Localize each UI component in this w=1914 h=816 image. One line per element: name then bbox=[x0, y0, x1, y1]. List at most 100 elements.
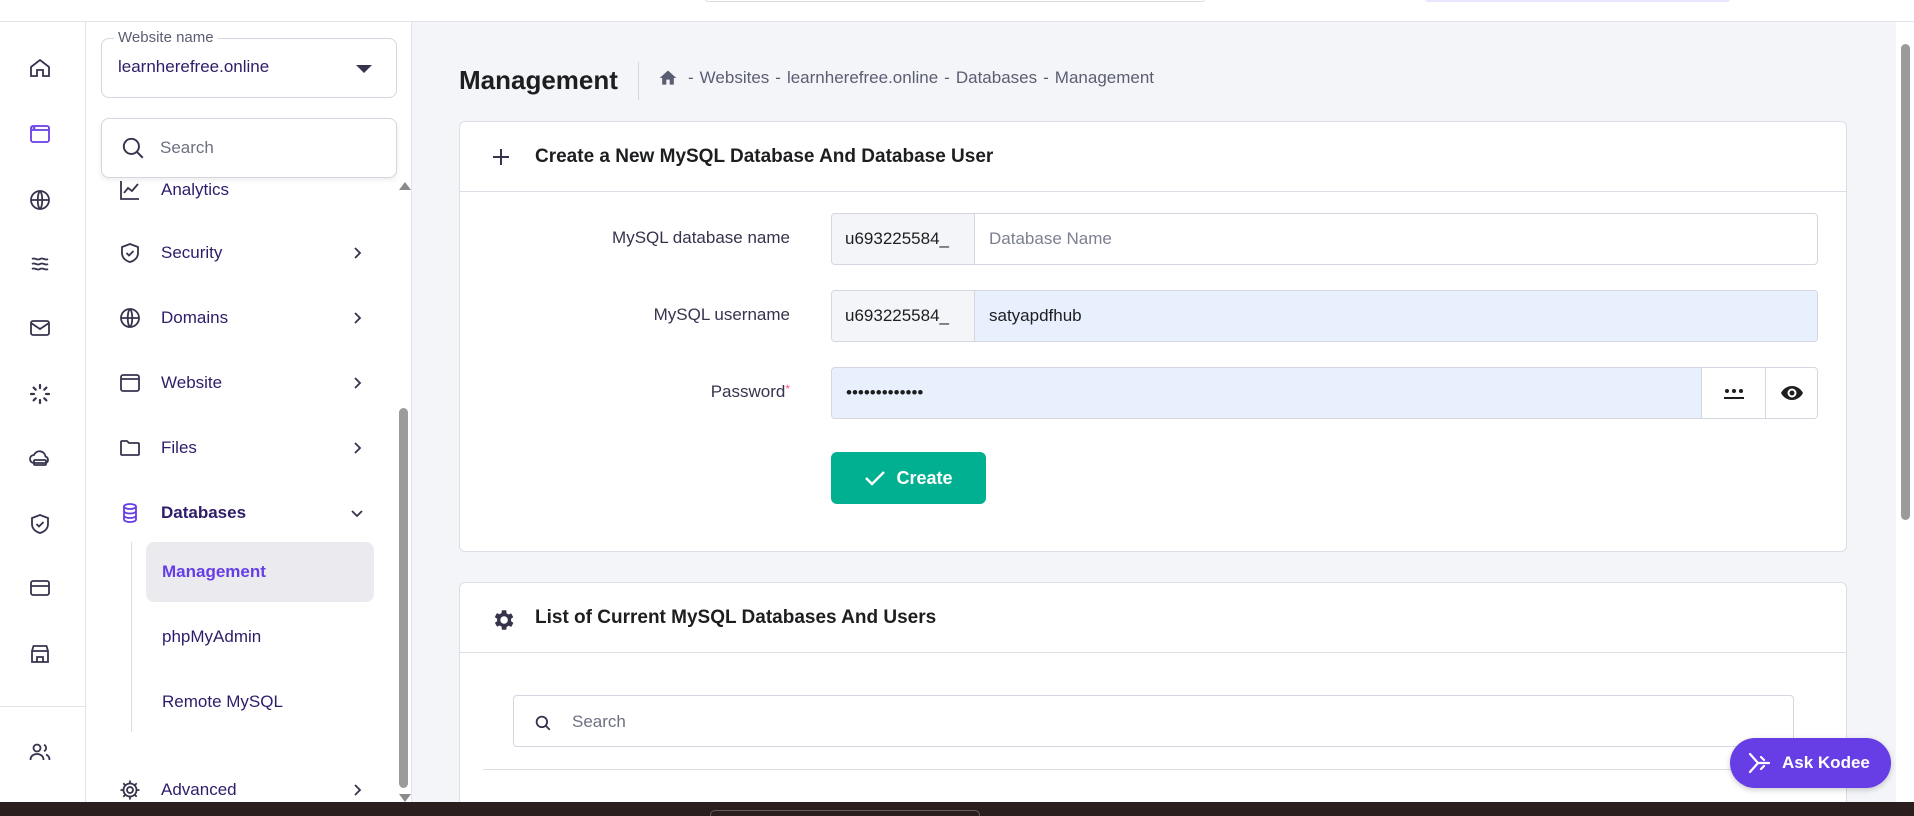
ask-kodee-button[interactable]: Ask Kodee bbox=[1730, 738, 1891, 788]
database-list-card: List of Current MySQL Databases And User… bbox=[459, 582, 1847, 816]
password-field[interactable] bbox=[831, 367, 1818, 419]
chevron-right-icon bbox=[350, 783, 364, 797]
list-search-input[interactable] bbox=[572, 708, 1752, 736]
sidebar-subitem-management[interactable]: Management bbox=[146, 542, 374, 602]
generate-password-button[interactable] bbox=[1701, 368, 1765, 418]
sidebar-item-label: Security bbox=[161, 243, 223, 262]
sidebar-scrollbar[interactable] bbox=[396, 182, 412, 802]
db-name-input[interactable] bbox=[975, 214, 1817, 264]
loader-icon[interactable] bbox=[24, 378, 56, 410]
title-divider bbox=[638, 62, 639, 100]
breadcrumb-item[interactable]: Databases bbox=[956, 68, 1037, 88]
sidebar: Website name learnherefree.online Analyt… bbox=[86, 22, 412, 802]
credit-card-icon[interactable] bbox=[24, 572, 56, 604]
os-taskbar bbox=[0, 802, 1914, 816]
sidebar-item-security[interactable]: Security bbox=[86, 229, 396, 277]
page-scrollbar-thumb[interactable] bbox=[1901, 44, 1910, 520]
eye-icon bbox=[1780, 381, 1804, 405]
chevron-right-icon bbox=[350, 441, 364, 455]
create-button-label: Create bbox=[896, 467, 953, 488]
cloud-server-icon[interactable] bbox=[24, 442, 56, 474]
submenu-line bbox=[131, 542, 132, 732]
globe-icon bbox=[118, 306, 142, 330]
sidebar-search[interactable] bbox=[101, 118, 397, 178]
taskbar-search[interactable] bbox=[710, 810, 980, 816]
rail-divider bbox=[0, 706, 86, 707]
home-icon[interactable] bbox=[24, 52, 56, 84]
create-card-title: Create a New MySQL Database And Database… bbox=[535, 146, 994, 167]
password-input[interactable] bbox=[832, 368, 1701, 418]
globe-icon[interactable] bbox=[24, 184, 56, 216]
breadcrumb-item[interactable]: Websites bbox=[700, 68, 770, 88]
mail-icon[interactable] bbox=[24, 312, 56, 344]
scrollbar-thumb[interactable] bbox=[399, 408, 408, 788]
icon-rail bbox=[0, 22, 86, 802]
password-label: Password* bbox=[530, 382, 790, 402]
sidebar-subitem-label: phpMyAdmin bbox=[162, 627, 262, 646]
sidebar-search-input[interactable] bbox=[160, 133, 380, 163]
folder-icon bbox=[118, 436, 142, 460]
breadcrumb-item: Management bbox=[1054, 68, 1155, 87]
main-content: Management - Websites - learnherefree.on… bbox=[412, 22, 1900, 816]
search-icon bbox=[120, 135, 146, 161]
sidebar-item-label: Website bbox=[161, 373, 223, 392]
shield-check-icon[interactable] bbox=[24, 508, 56, 540]
username-input[interactable] bbox=[975, 291, 1817, 341]
sidebar-item-databases[interactable]: Databases bbox=[86, 489, 396, 537]
layers-icon[interactable] bbox=[24, 248, 56, 280]
required-mark: * bbox=[785, 382, 790, 396]
check-icon bbox=[864, 469, 886, 487]
database-icon bbox=[118, 501, 142, 525]
top-search-edge[interactable] bbox=[705, 0, 1205, 2]
more-dots-icon bbox=[1723, 386, 1745, 400]
plus-icon bbox=[490, 146, 512, 168]
shield-icon bbox=[118, 241, 142, 265]
gear-icon bbox=[490, 607, 516, 633]
chevron-right-icon bbox=[350, 246, 364, 260]
analytics-icon bbox=[118, 178, 142, 202]
list-divider bbox=[483, 769, 1825, 770]
breadcrumb: - Websites - learnherefree.online - Data… bbox=[658, 68, 1154, 88]
page-scrollbar[interactable] bbox=[1896, 22, 1914, 802]
sidebar-item-domains[interactable]: Domains bbox=[86, 294, 396, 342]
password-label-text: Password bbox=[710, 382, 786, 401]
breadcrumb-separator: - bbox=[688, 68, 694, 87]
list-search[interactable] bbox=[513, 695, 1794, 747]
create-card-header[interactable]: Create a New MySQL Database And Database… bbox=[460, 122, 1846, 192]
sidebar-item-files[interactable]: Files bbox=[86, 424, 396, 472]
website-select-value: learnherefree.online bbox=[118, 57, 270, 76]
db-name-field[interactable]: u693225584_ bbox=[831, 213, 1818, 265]
browser-window-icon bbox=[118, 371, 142, 395]
username-prefix: u693225584_ bbox=[832, 291, 975, 341]
sidebar-item-label: Advanced bbox=[161, 780, 237, 799]
sidebar-item-label: Analytics bbox=[161, 180, 230, 199]
breadcrumb-item[interactable]: learnherefree.online bbox=[787, 68, 938, 88]
scroll-up-icon[interactable] bbox=[399, 182, 411, 190]
websites-icon[interactable] bbox=[24, 118, 56, 150]
scroll-down-icon[interactable] bbox=[399, 794, 411, 802]
breadcrumb-separator: - bbox=[1043, 68, 1049, 87]
create-button[interactable]: Create bbox=[831, 452, 986, 504]
search-icon bbox=[534, 714, 552, 732]
users-icon[interactable] bbox=[24, 736, 56, 768]
top-button-edge[interactable] bbox=[1425, 0, 1730, 2]
show-password-button[interactable] bbox=[1765, 368, 1817, 418]
website-select[interactable]: Website name learnherefree.online bbox=[101, 29, 397, 98]
db-name-label: MySQL database name bbox=[612, 228, 790, 247]
home-icon[interactable] bbox=[658, 68, 678, 88]
chevron-down-icon bbox=[350, 506, 364, 520]
sidebar-item-website[interactable]: Website bbox=[86, 359, 396, 407]
caret-down-icon bbox=[356, 65, 372, 73]
sidebar-subitem-label: Remote MySQL bbox=[162, 692, 283, 711]
store-icon[interactable] bbox=[24, 638, 56, 670]
sidebar-item-label: Databases bbox=[161, 503, 247, 522]
ask-kodee-label: Ask Kodee bbox=[1782, 753, 1870, 772]
username-label: MySQL username bbox=[653, 305, 790, 324]
page-title: Management bbox=[459, 65, 618, 95]
sidebar-subitem-remote-mysql[interactable]: Remote MySQL bbox=[146, 672, 374, 732]
sidebar-subitem-phpmyadmin[interactable]: phpMyAdmin bbox=[146, 607, 374, 667]
chevron-right-icon bbox=[350, 311, 364, 325]
kodee-sparkle-icon bbox=[1746, 750, 1772, 776]
username-field[interactable]: u693225584_ bbox=[831, 290, 1818, 342]
list-card-header: List of Current MySQL Databases And User… bbox=[460, 583, 1846, 653]
